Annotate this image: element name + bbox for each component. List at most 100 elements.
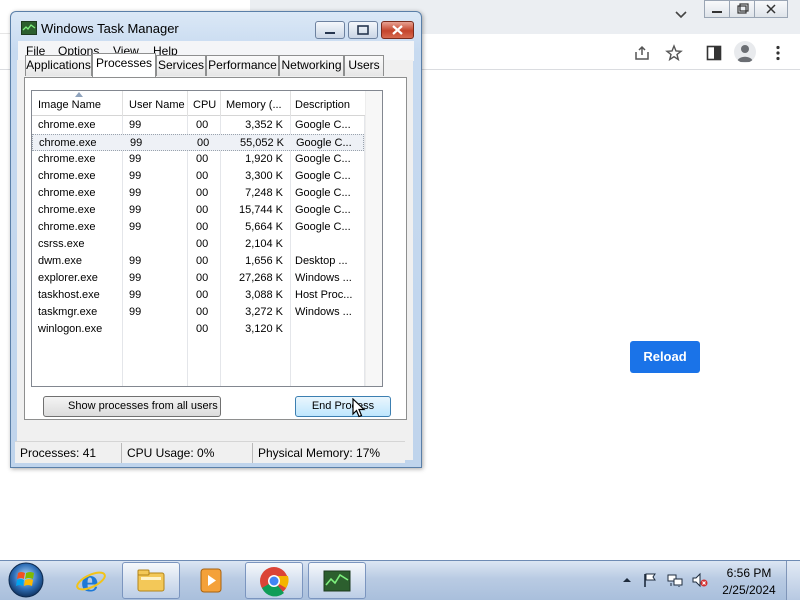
cell-cpu: 00 [196, 272, 209, 284]
tab-performance[interactable]: Performance [206, 55, 279, 76]
tab-processes[interactable]: Processes [92, 53, 156, 77]
table-row[interactable]: taskhost.exe 99 00 3,088 K Host Proc... [32, 287, 364, 304]
cell-memory: 3,120 K [245, 323, 283, 335]
column-header-row: Image Name User Name CPU Memory (... Des… [32, 91, 382, 116]
column-header-user-name[interactable]: User Name [129, 99, 187, 111]
table-row[interactable]: chrome.exe 99 00 3,300 K Google C... [32, 168, 364, 185]
status-bar: Processes: 41 CPU Usage: 0% Physical Mem… [15, 441, 405, 463]
table-row[interactable]: chrome.exe 99 00 3,352 K Google C... [32, 117, 364, 134]
mouse-cursor-icon [352, 398, 366, 418]
header-divider[interactable] [290, 91, 291, 116]
minimize-icon [712, 11, 722, 13]
table-row[interactable]: dwm.exe 99 00 1,656 K Desktop ... [32, 253, 364, 270]
table-row[interactable]: chrome.exe 99 00 15,744 K Google C... [32, 202, 364, 219]
cell-description: Google C... [295, 204, 351, 216]
volume-muted-icon[interactable] [692, 572, 708, 588]
bookmark-star-icon[interactable] [665, 44, 683, 62]
cell-description: Google C... [295, 153, 351, 165]
table-row[interactable]: taskmgr.exe 99 00 3,272 K Windows ... [32, 304, 364, 321]
browser-restore-button[interactable] [729, 0, 755, 18]
minimize-icon [325, 32, 335, 34]
show-desktop-button[interactable] [786, 561, 800, 600]
status-cpu-usage: CPU Usage: 0% [127, 446, 215, 460]
show-all-processes-button[interactable]: Show processes from all users [43, 396, 221, 417]
cell-description: Host Proc... [295, 289, 353, 301]
header-divider[interactable] [220, 91, 221, 116]
clock-date[interactable]: 2/25/2024 [714, 583, 784, 597]
vertical-scrollbar[interactable] [365, 91, 382, 386]
side-panel-icon[interactable] [705, 44, 723, 62]
cell-image-name: explorer.exe [38, 272, 98, 284]
svg-text:e: e [81, 565, 99, 598]
more-menu-icon[interactable] [769, 44, 787, 62]
cell-cpu: 00 [196, 255, 209, 267]
chrome-icon [260, 567, 289, 597]
file-explorer-taskbar-button[interactable] [122, 562, 180, 599]
clock-time[interactable]: 6:56 PM [714, 566, 784, 580]
share-icon[interactable] [633, 44, 651, 62]
media-player-icon[interactable] [182, 562, 240, 599]
cell-cpu: 00 [196, 306, 209, 318]
profile-avatar[interactable] [734, 41, 756, 63]
tab-applications[interactable]: Applications [25, 55, 92, 76]
table-row[interactable]: explorer.exe 99 00 27,268 K Windows ... [32, 270, 364, 287]
cell-user-name: 99 [129, 255, 142, 267]
cell-image-name: chrome.exe [38, 119, 96, 131]
tab-services[interactable]: Services [156, 55, 206, 76]
table-row[interactable]: chrome.exe 99 00 7,248 K Google C... [32, 185, 364, 202]
browser-close-button[interactable] [754, 0, 788, 18]
show-hidden-icons-icon[interactable] [619, 572, 635, 588]
header-divider[interactable] [122, 91, 123, 116]
cell-image-name: dwm.exe [38, 255, 83, 267]
cell-user-name: 99 [129, 221, 142, 233]
maximize-icon [357, 25, 369, 35]
close-button[interactable] [381, 21, 414, 39]
cell-image-name: chrome.exe [38, 221, 96, 233]
tab-users[interactable]: Users [344, 55, 384, 76]
cell-user-name: 99 [130, 137, 143, 149]
cell-description: Google C... [296, 137, 352, 149]
internet-explorer-icon[interactable]: e [62, 562, 120, 599]
start-button-icon[interactable] [6, 561, 46, 599]
cell-image-name: taskmgr.exe [38, 306, 98, 318]
action-center-flag-icon[interactable] [642, 572, 658, 588]
cell-user-name: 99 [129, 272, 142, 284]
maximize-button[interactable] [348, 21, 378, 39]
status-divider [252, 443, 253, 463]
minimize-button[interactable] [315, 21, 345, 39]
cell-image-name: chrome.exe [38, 204, 96, 216]
cell-cpu: 00 [196, 187, 209, 199]
reload-button[interactable]: Reload [630, 341, 700, 373]
cell-user-name: 99 [129, 204, 142, 216]
cell-memory: 5,664 K [245, 221, 283, 233]
column-header-cpu[interactable]: CPU [193, 99, 220, 111]
status-processes: Processes: 41 [20, 446, 97, 460]
cell-memory: 1,656 K [245, 255, 283, 267]
cell-user-name: 99 [129, 289, 142, 301]
table-row[interactable]: chrome.exe 99 00 55,052 K Google C... [32, 134, 364, 151]
cell-image-name: taskhost.exe [38, 289, 100, 301]
header-divider[interactable] [187, 91, 188, 116]
cell-description: Google C... [295, 119, 351, 131]
sort-ascending-icon [75, 92, 83, 97]
restore-icon [737, 3, 749, 14]
cell-image-name: chrome.exe [38, 153, 96, 165]
browser-minimize-button[interactable] [704, 0, 730, 18]
task-manager-taskbar-button[interactable] [308, 562, 366, 599]
tab-networking[interactable]: Networking [279, 55, 344, 76]
table-row[interactable]: chrome.exe 99 00 5,664 K Google C... [32, 219, 364, 236]
table-row[interactable]: winlogon.exe 00 3,120 K [32, 321, 364, 338]
cell-memory: 3,300 K [245, 170, 283, 182]
process-list[interactable]: Image Name User Name CPU Memory (... Des… [31, 90, 383, 387]
column-header-description[interactable]: Description [295, 99, 364, 111]
column-header-memory[interactable]: Memory (... [226, 99, 290, 111]
cell-image-name: chrome.exe [38, 187, 96, 199]
column-header-image-name[interactable]: Image Name [38, 99, 122, 111]
end-process-button[interactable]: End Process [295, 396, 391, 417]
network-icon[interactable] [667, 572, 683, 588]
chrome-taskbar-button[interactable] [245, 562, 303, 599]
table-row[interactable]: csrss.exe 00 2,104 K [32, 236, 364, 253]
tab-search-chevron-icon[interactable] [672, 6, 690, 24]
table-row[interactable]: chrome.exe 99 00 1,920 K Google C... [32, 151, 364, 168]
cell-user-name: 99 [129, 306, 142, 318]
